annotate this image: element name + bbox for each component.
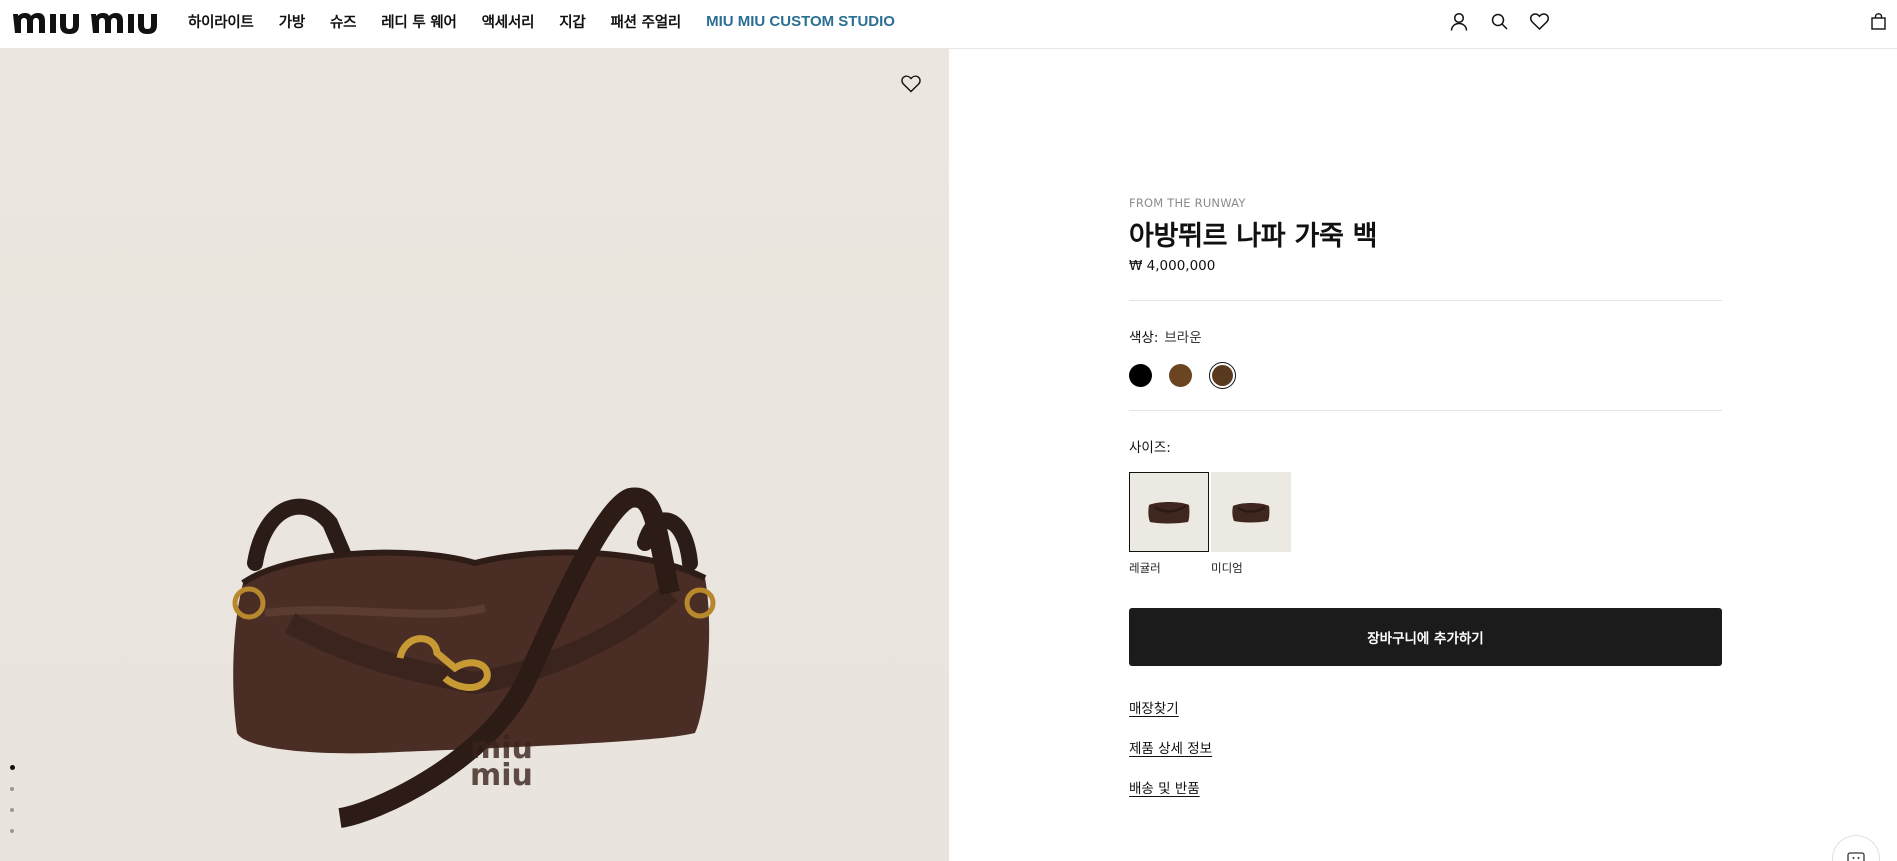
nav-item-highlights[interactable]: 하이라이트 — [188, 11, 254, 32]
main-nav: 하이라이트 가방 슈즈 레디 투 웨어 액세서리 지갑 패션 주얼리 MIU M… — [188, 0, 920, 42]
bag-icon[interactable] — [1868, 11, 1888, 31]
nav-item-custom-studio[interactable]: MIU MIU CUSTOM STUDIO — [706, 13, 895, 30]
nav-item-bags[interactable]: 가방 — [279, 11, 305, 32]
size-name: 레귤러 — [1129, 561, 1161, 575]
nav-item-wallets[interactable]: 지갑 — [559, 11, 585, 32]
size-option-medium[interactable]: 미디엄 — [1211, 472, 1291, 576]
gallery-dot[interactable] — [10, 808, 14, 812]
product-details-link[interactable]: 제품 상세 정보 — [1129, 737, 1212, 757]
gallery-pagination — [10, 765, 15, 833]
nav-item-accessories[interactable]: 액세서리 — [482, 11, 535, 32]
chat-icon — [1847, 851, 1865, 861]
add-to-wishlist-icon[interactable] — [901, 75, 923, 97]
product-gallery[interactable]: miu miu — [0, 49, 949, 861]
nav-item-fashion-jewelry[interactable]: 패션 주얼리 — [611, 11, 682, 32]
miu-miu-logo — [13, 13, 157, 34]
chat-button[interactable] — [1832, 835, 1880, 861]
color-row: 색상: 브라운 — [1129, 326, 1202, 346]
gallery-dot[interactable] — [10, 765, 15, 770]
size-thumbnail — [1211, 472, 1291, 552]
swatch-black[interactable] — [1129, 364, 1152, 387]
size-name: 미디엄 — [1211, 561, 1243, 575]
nav-item-ready-to-wear[interactable]: 레디 투 웨어 — [381, 11, 457, 32]
divider — [1129, 300, 1722, 301]
swatch-brown[interactable] — [1169, 364, 1192, 387]
gallery-dot[interactable] — [10, 829, 14, 833]
gallery-dot[interactable] — [10, 787, 14, 791]
color-label: 색상: — [1129, 330, 1159, 346]
color-swatches — [1129, 362, 1236, 389]
svg-text:miu: miu — [470, 758, 533, 793]
brand-logo[interactable] — [13, 7, 163, 35]
size-label: 사이즈: — [1129, 440, 1171, 456]
product-price: ₩ 4,000,000 — [1129, 258, 1216, 274]
nav-item-shoes[interactable]: 슈즈 — [330, 11, 356, 32]
divider — [1129, 410, 1722, 411]
find-store-link[interactable]: 매장찾기 — [1129, 697, 1179, 717]
product-eyebrow: FROM THE RUNWAY — [1129, 196, 1246, 210]
color-value: 브라운 — [1164, 330, 1202, 346]
swatch-dark-brown-selected[interactable] — [1209, 362, 1236, 389]
shipping-returns-link[interactable]: 배송 및 반품 — [1129, 777, 1200, 797]
product-title: 아방뛰르 나파 가죽 백 — [1129, 221, 1378, 252]
size-thumbnail — [1129, 472, 1209, 552]
product-info: FROM THE RUNWAY 아방뛰르 나파 가죽 백 ₩ 4,000,000… — [1129, 0, 1722, 861]
size-option-regular[interactable]: 레귤러 — [1129, 472, 1209, 576]
size-options: 레귤러 미디엄 — [1129, 472, 1291, 576]
product-image-bag: miu miu — [225, 483, 725, 848]
add-to-cart-button[interactable]: 장바구니에 추가하기 — [1129, 608, 1722, 666]
